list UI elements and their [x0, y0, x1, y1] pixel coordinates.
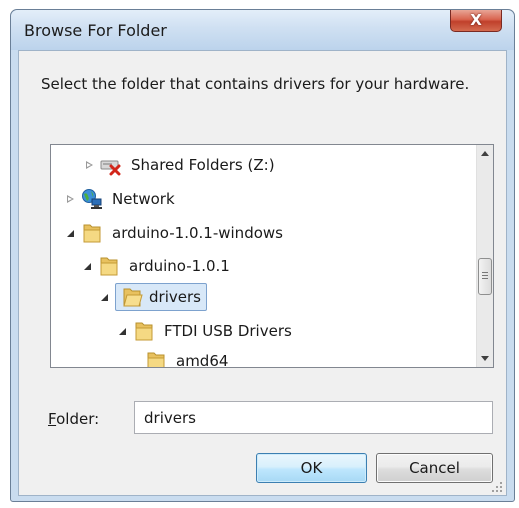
close-button[interactable]: X: [450, 10, 502, 32]
ok-button[interactable]: OK: [256, 453, 367, 483]
tree-item-drivers[interactable]: drivers: [97, 282, 207, 312]
collapse-arrow-icon[interactable]: [97, 290, 111, 304]
close-icon: X: [470, 11, 482, 29]
folder-field-label: Folder:: [48, 410, 100, 428]
collapse-arrow-icon[interactable]: [80, 259, 94, 273]
dialog-title: Browse For Folder: [24, 21, 167, 40]
tree-item-network[interactable]: Network: [63, 184, 178, 214]
network-icon: [81, 188, 103, 210]
expand-arrow-icon[interactable]: [82, 158, 96, 172]
cancel-button[interactable]: Cancel: [376, 453, 493, 483]
collapse-arrow-icon[interactable]: [63, 226, 77, 240]
tree-item-arduino[interactable]: arduino-1.0.1: [80, 251, 233, 281]
folder-icon: [145, 350, 167, 367]
tree-item-label: FTDI USB Drivers: [164, 322, 292, 340]
tree-item-label: amd64: [176, 352, 229, 368]
scroll-up-button[interactable]: [477, 145, 493, 162]
resize-grip-icon[interactable]: [491, 481, 503, 493]
collapse-arrow-icon[interactable]: [115, 324, 129, 338]
tree-vertical-scrollbar[interactable]: [476, 145, 493, 367]
scroll-thumb[interactable]: [478, 258, 492, 295]
browse-for-folder-dialog: Browse For Folder X Select the folder th…: [10, 9, 515, 502]
scroll-down-button[interactable]: [477, 350, 493, 367]
tree-item-label: Shared Folders (Z:): [131, 156, 275, 174]
tree-item-arduino-windows[interactable]: arduino-1.0.1-windows: [63, 218, 286, 248]
folder-tree[interactable]: Shared Folders (Z:) Network arduino-1.0.…: [50, 144, 494, 368]
dialog-client-area: Select the folder that contains drivers …: [18, 50, 507, 496]
chevron-down-icon: [481, 356, 489, 361]
tree-item-label: arduino-1.0.1-windows: [112, 224, 283, 242]
tree-item-label: Network: [112, 190, 175, 208]
folder-icon: [133, 320, 155, 342]
tree-item-label: arduino-1.0.1: [129, 257, 230, 275]
instructions-text: Select the folder that contains drivers …: [41, 75, 470, 93]
chevron-up-icon: [481, 151, 489, 156]
selected-item-highlight[interactable]: drivers: [115, 283, 207, 311]
tree-item-shared-folders[interactable]: Shared Folders (Z:): [82, 150, 278, 180]
tree-item-amd64[interactable]: amd64: [145, 346, 231, 368]
title-bar[interactable]: Browse For Folder X: [11, 10, 514, 50]
expand-arrow-icon[interactable]: [63, 192, 77, 206]
tree-item-ftdi-usb-drivers[interactable]: FTDI USB Drivers: [115, 316, 295, 346]
folder-open-icon: [121, 286, 143, 308]
tree-item-label: drivers: [149, 288, 201, 306]
folder-icon: [81, 222, 103, 244]
folder-input[interactable]: [134, 401, 493, 434]
folder-icon: [98, 255, 120, 277]
network-drive-disconnected-icon: [100, 154, 122, 176]
